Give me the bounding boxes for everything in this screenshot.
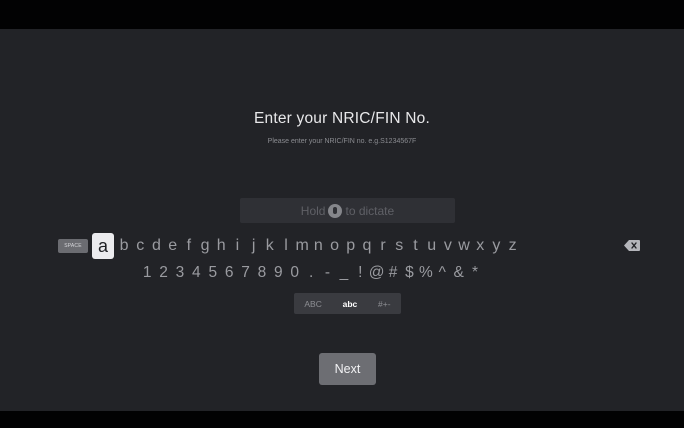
key-r[interactable]: r (375, 237, 391, 255)
space-key[interactable]: SPACE (58, 239, 88, 253)
key-x[interactable]: x (472, 237, 488, 255)
key-y[interactable]: y (488, 237, 504, 255)
key-u[interactable]: u (424, 237, 440, 255)
key-symbol[interactable]: $ (401, 264, 417, 282)
key-symbol[interactable]: ! (352, 264, 368, 282)
key-symbol[interactable]: 2 (155, 264, 171, 282)
key-symbol[interactable]: . (303, 264, 319, 282)
key-e[interactable]: e (165, 237, 181, 255)
key-symbol[interactable]: 3 (172, 264, 188, 282)
key-k[interactable]: k (262, 237, 278, 255)
number-symbol-row: 1 2 3 4 5 6 7 8 9 0. - _! @ # $% ^ & * (139, 263, 483, 283)
key-j[interactable]: j (246, 237, 262, 255)
letterbox-bottom (0, 411, 684, 428)
key-g[interactable]: g (197, 237, 213, 255)
page-title: Enter your NRIC/FIN No. (253, 110, 430, 127)
key-f[interactable]: f (181, 237, 197, 255)
key-symbol[interactable]: 8 (254, 264, 270, 282)
key-symbol[interactable]: 9 (270, 264, 286, 282)
key-symbol[interactable]: ^ (434, 264, 450, 282)
key-m[interactable]: m (294, 237, 310, 255)
dictation-suffix: to dictate (345, 203, 395, 218)
key-symbol[interactable]: 0 (287, 264, 303, 282)
key-l[interactable]: l (278, 237, 294, 255)
dictation-prefix: Hold (300, 203, 326, 218)
key-w[interactable]: w (456, 237, 472, 255)
key-symbol[interactable]: 4 (188, 264, 204, 282)
key-symbol[interactable]: & (450, 264, 466, 282)
key-v[interactable]: v (440, 237, 456, 255)
page-subtitle: Please enter your NRIC/FIN no. e.g.S1234… (267, 138, 417, 145)
mic-icon (328, 203, 343, 218)
key-d[interactable]: d (148, 237, 164, 255)
key-symbol[interactable]: 6 (221, 264, 237, 282)
key-h[interactable]: h (213, 237, 229, 255)
key-z[interactable]: z (505, 237, 521, 255)
key-symbol[interactable]: _ (336, 264, 352, 282)
key-symbol[interactable]: * (467, 264, 483, 282)
next-button[interactable]: Next (319, 353, 376, 385)
key-o[interactable]: o (326, 237, 342, 255)
mode-tab[interactable]: abc (343, 299, 358, 309)
keyboard-mode-selector: ABC abc #+- (294, 293, 401, 314)
mode-tab[interactable]: #+- (378, 299, 391, 309)
key-s[interactable]: s (391, 237, 407, 255)
key-t[interactable]: t (407, 237, 423, 255)
backspace-icon[interactable] (624, 240, 640, 251)
letterbox-top (0, 0, 684, 29)
key-symbol[interactable]: 5 (205, 264, 221, 282)
dictation-field[interactable]: Hold to dictate (240, 198, 455, 223)
key-b[interactable]: b (116, 237, 132, 255)
key-symbol[interactable]: 7 (237, 264, 253, 282)
key-i[interactable]: i (229, 237, 245, 255)
key-symbol[interactable]: # (385, 264, 401, 282)
key-symbol[interactable]: - (319, 264, 335, 282)
key-q[interactable]: q (359, 237, 375, 255)
key-symbol[interactable]: % (418, 264, 434, 282)
letter-row: abcdefghijklmnopqrstuvwxyz (92, 233, 521, 259)
key-symbol[interactable]: 1 (139, 264, 155, 282)
key-c[interactable]: c (132, 237, 148, 255)
key-p[interactable]: p (343, 237, 359, 255)
key-a[interactable]: a (92, 233, 114, 259)
key-n[interactable]: n (310, 237, 326, 255)
mode-tab[interactable]: ABC (304, 299, 321, 309)
key-symbol[interactable]: @ (368, 264, 385, 282)
